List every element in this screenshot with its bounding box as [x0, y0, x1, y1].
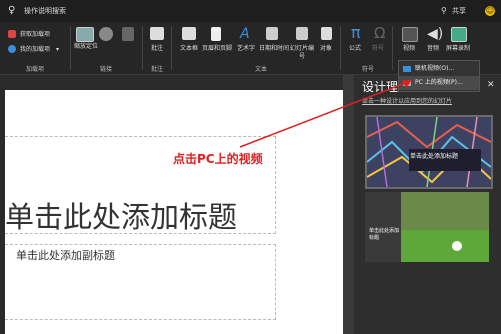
annotation-text: 点击PC上的视频 [173, 152, 263, 166]
annotation-arrow [239, 80, 412, 148]
